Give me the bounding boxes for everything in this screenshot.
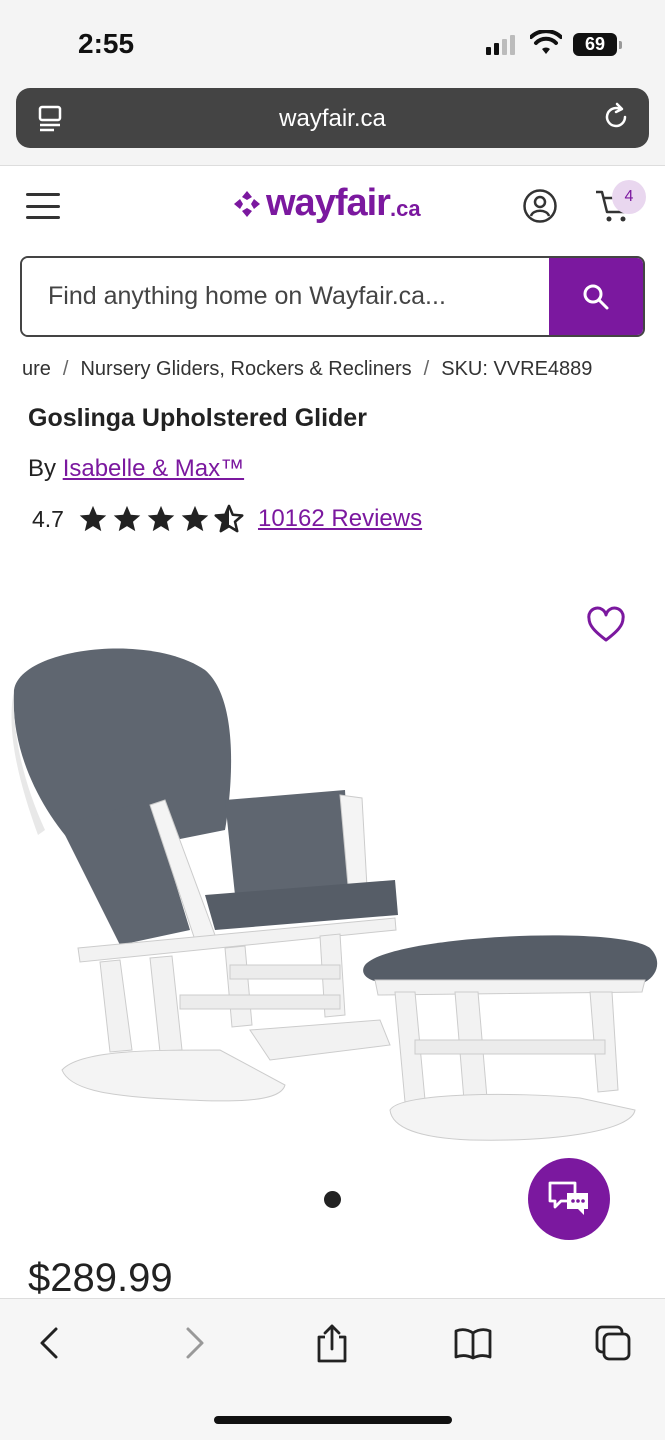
search-icon: [583, 284, 609, 309]
cart-count-badge[interactable]: 4: [612, 180, 646, 214]
tabs-icon[interactable]: [593, 1323, 633, 1363]
star-full-icon: [79, 505, 107, 532]
brand-link[interactable]: Isabelle & Max™: [63, 455, 244, 482]
rating-stars: [78, 504, 244, 534]
menu-icon[interactable]: [26, 193, 60, 219]
breadcrumb-separator: /: [62, 358, 69, 380]
star-half-icon: [214, 504, 244, 533]
breadcrumb-item[interactable]: ure: [22, 358, 51, 381]
status-bar: 2:55 69: [0, 0, 665, 80]
site-header: wayfair .ca: [0, 166, 665, 250]
product-byline: By Isabelle & Max™: [28, 455, 244, 483]
account-icon[interactable]: [522, 188, 558, 224]
glider-ottoman: [363, 935, 658, 1141]
battery-icon: 69: [573, 33, 622, 56]
wayfair-logo[interactable]: wayfair .ca: [232, 182, 421, 225]
glider-chair: [11, 648, 398, 1102]
reload-icon[interactable]: [601, 102, 631, 132]
carousel-dot-active[interactable]: [324, 1191, 341, 1208]
share-icon[interactable]: [312, 1323, 352, 1363]
star-full-icon: [113, 505, 141, 532]
logo-brand: wayfair: [266, 182, 391, 224]
logo-mark-icon: [234, 190, 260, 217]
cellular-signal-icon: [486, 35, 515, 55]
clock: 2:55: [78, 28, 135, 59]
search-button[interactable]: [549, 258, 643, 335]
product-title: Goslinga Upholstered Glider: [28, 404, 367, 432]
star-full-icon: [147, 505, 175, 532]
chat-button[interactable]: [528, 1158, 610, 1240]
forward-icon[interactable]: [174, 1323, 214, 1363]
reviews-link[interactable]: 10162 Reviews: [258, 505, 422, 533]
breadcrumb-sku: SKU: VVRE4889: [441, 358, 593, 380]
rating-value: 4.7: [32, 505, 64, 532]
address-bar[interactable]: wayfair.ca: [16, 88, 649, 148]
logo-tld: .ca: [389, 195, 421, 221]
book-icon[interactable]: [453, 1323, 493, 1363]
search-bar: [20, 256, 645, 337]
product-price: $289.99: [28, 1256, 173, 1300]
product-rating: 4.7 10162 Reviews: [32, 504, 422, 534]
breadcrumb: ure / Nursery Gliders, Rockers & Recline…: [0, 356, 665, 386]
by-label: By: [28, 455, 57, 482]
product-image[interactable]: [0, 630, 665, 1170]
star-full-icon: [181, 505, 209, 532]
chat-icon: [548, 1181, 588, 1215]
breadcrumb-separator: /: [423, 358, 430, 380]
search-input[interactable]: [22, 258, 552, 335]
breadcrumb-item[interactable]: Nursery Gliders, Rockers & Recliners: [80, 358, 411, 381]
browser-address-area: wayfair.ca: [0, 80, 665, 166]
wifi-icon: [530, 30, 562, 54]
back-icon[interactable]: [30, 1323, 70, 1363]
url-text[interactable]: wayfair.ca: [16, 105, 649, 133]
home-indicator: [214, 1416, 452, 1424]
